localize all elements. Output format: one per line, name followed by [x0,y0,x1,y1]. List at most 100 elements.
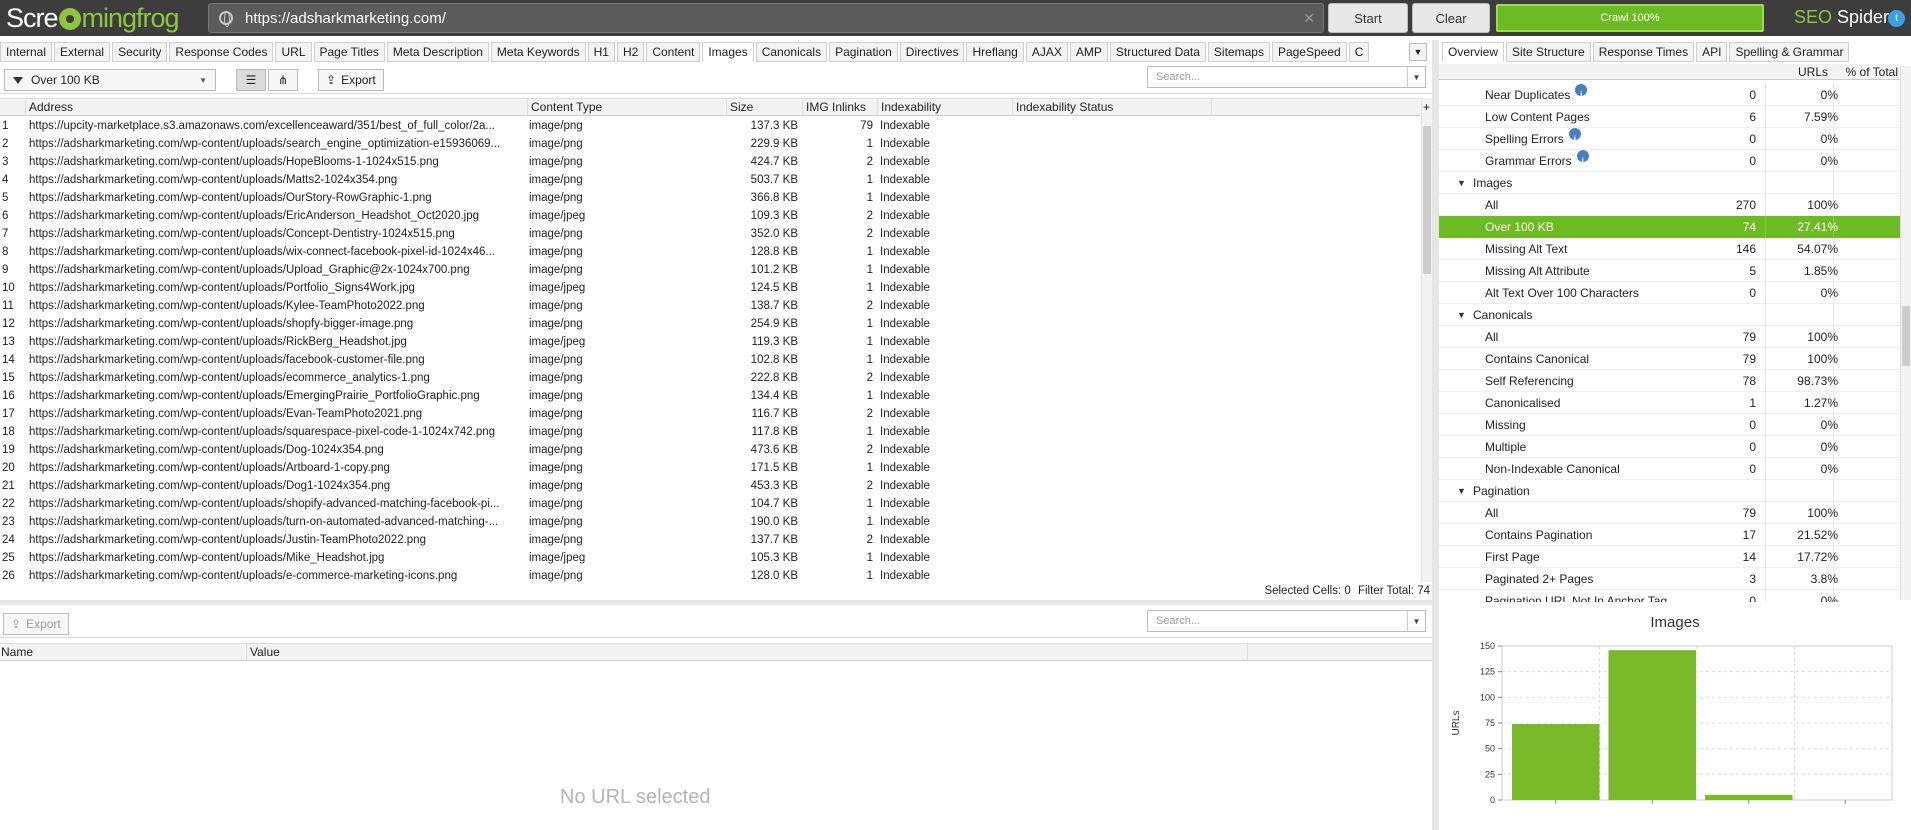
search-options-icon[interactable]: ▼ [1407,67,1425,87]
tab-amp[interactable]: AMP [1069,42,1108,62]
overview-item[interactable]: Pagination URL Not In Anchor Tag 0 0% [1439,590,1900,602]
table-row[interactable]: 3 https://adsharkmarketing.com/wp-content… [0,153,1420,171]
overview-item[interactable]: Grammar Errors i 0 0% [1439,150,1900,172]
detail-export-button[interactable]: ⇪ Export [3,613,69,635]
twitter-icon[interactable]: t [1888,10,1905,27]
table-row[interactable]: 15 https://adsharkmarketing.com/wp-conten… [0,369,1420,387]
tab-meta-keywords[interactable]: Meta Keywords [490,42,586,62]
col-header-percent[interactable]: % of Total [1834,64,1898,80]
overview-item[interactable]: Over 100 KB 74 27.41% [1439,216,1900,238]
detail-search-input[interactable]: Search... ▼ [1147,610,1426,632]
add-column-button[interactable]: + [1421,99,1432,115]
export-button[interactable]: ⇪ Export [318,69,384,91]
col-header-img-inlinks[interactable]: IMG Inlinks [803,99,878,116]
overview-group[interactable]: ▼ Canonicals [1439,304,1900,326]
scrollbar-thumb[interactable] [1902,306,1910,366]
info-icon[interactable]: i [1568,128,1581,144]
table-row[interactable]: 10 https://adsharkmarketing.com/wp-conten… [0,279,1420,297]
table-row[interactable]: 2 https://adsharkmarketing.com/wp-content… [0,135,1420,153]
tab-sitemaps[interactable]: Sitemaps [1207,42,1270,62]
tabs-overflow-button[interactable]: ▼ [1409,43,1427,61]
table-row[interactable]: 16 https://adsharkmarketing.com/wp-conten… [0,387,1420,405]
table-row[interactable]: 5 https://adsharkmarketing.com/wp-content… [0,189,1420,207]
url-input[interactable]: https://adsharkmarketing.com/ ✕ [208,3,1324,33]
tab-structured-data[interactable]: Structured Data [1109,42,1206,62]
tab-response-codes[interactable]: Response Codes [169,42,274,62]
col-header-address[interactable]: Address [26,99,528,116]
overview-item[interactable]: All 79 100% [1439,502,1900,524]
overview-item[interactable]: Alt Text Over 100 Characters 0 0% [1439,282,1900,304]
table-row[interactable]: 12 https://adsharkmarketing.com/wp-conten… [0,315,1420,333]
overview-group[interactable]: ▼ Pagination [1439,480,1900,502]
overview-item[interactable]: Self Referencing 78 98.73% [1439,370,1900,392]
info-icon[interactable]: i [1575,84,1588,100]
table-row[interactable]: 26 https://adsharkmarketing.com/wp-conten… [0,567,1420,582]
table-row[interactable]: 7 https://adsharkmarketing.com/wp-content… [0,225,1420,243]
table-scrollbar[interactable] [1421,98,1432,582]
scrollbar-thumb[interactable] [1423,126,1431,274]
overview-item[interactable]: Non-Indexable Canonical 0 0% [1439,458,1900,480]
tab-images[interactable]: Images [702,42,754,62]
table-row[interactable]: 17 https://adsharkmarketing.com/wp-conten… [0,405,1420,423]
tab-spelling-grammar[interactable]: Spelling & Grammar [1729,42,1850,62]
tab-site-structure[interactable]: Site Structure [1506,42,1591,62]
table-row[interactable]: 21 https://adsharkmarketing.com/wp-conten… [0,477,1420,495]
table-row[interactable]: 24 https://adsharkmarketing.com/wp-conten… [0,531,1420,549]
overview-item[interactable]: Contains Pagination 17 21.52% [1439,524,1900,546]
expand-triangle-icon[interactable]: ▼ [1457,480,1466,502]
col-header-indexability[interactable]: Indexability [878,99,1013,116]
overview-item[interactable]: Multiple 0 0% [1439,436,1900,458]
filter-dropdown[interactable]: Over 100 KB ▼ [4,69,216,91]
col-header-value[interactable]: Value [250,644,280,661]
tab-canonicals[interactable]: Canonicals [755,42,828,62]
col-header-indexability-status[interactable]: Indexability Status [1013,99,1212,116]
overview-item[interactable]: Missing Alt Attribute 5 1.85% [1439,260,1900,282]
col-header-size[interactable]: Size [727,99,803,116]
tab-content[interactable]: Content [646,42,701,62]
clear-button[interactable]: Clear [1412,3,1490,33]
table-row[interactable]: 13 https://adsharkmarketing.com/wp-conten… [0,333,1420,351]
overview-item[interactable]: First Page 14 17.72% [1439,546,1900,568]
table-row[interactable]: 8 https://adsharkmarketing.com/wp-content… [0,243,1420,261]
tab-hreflang[interactable]: Hreflang [966,42,1024,62]
table-row[interactable]: 18 https://adsharkmarketing.com/wp-conten… [0,423,1420,441]
table-row[interactable]: 19 https://adsharkmarketing.com/wp-conten… [0,441,1420,459]
col-header-name[interactable]: Name [1,644,33,661]
overview-item[interactable]: Canonicalised 1 1.27% [1439,392,1900,414]
tab-url[interactable]: URL [275,42,312,62]
table-row[interactable]: 20 https://adsharkmarketing.com/wp-conten… [0,459,1420,477]
overview-item[interactable]: Near Duplicates i 0 0% [1439,84,1900,106]
tab-h1[interactable]: H1 [587,42,615,62]
start-button[interactable]: Start [1328,3,1408,33]
overview-group[interactable]: ▼ Images [1439,172,1900,194]
expand-triangle-icon[interactable]: ▼ [1457,172,1466,194]
table-row[interactable]: 23 https://adsharkmarketing.com/wp-conten… [0,513,1420,531]
tree-view-button[interactable]: ⋔ [268,69,298,91]
tab-overview[interactable]: Overview [1442,42,1505,62]
overview-item[interactable]: Paginated 2+ Pages 3 3.8% [1439,568,1900,590]
col-header-content-type[interactable]: Content Type [528,99,727,116]
table-row[interactable]: 22 https://adsharkmarketing.com/wp-conten… [0,495,1420,513]
table-row[interactable]: 1 https://upcity-marketplace.s3.amazonaws… [0,117,1420,135]
expand-triangle-icon[interactable]: ▼ [1457,304,1466,326]
tab-meta-description[interactable]: Meta Description [386,42,489,62]
chart-bar[interactable] [1512,724,1600,800]
overview-item[interactable]: Missing Alt Text 146 54.07% [1439,238,1900,260]
tab-ajax[interactable]: AJAX [1025,42,1068,62]
tab-internal[interactable]: Internal [0,42,53,62]
horizontal-splitter[interactable] [0,600,1432,605]
table-row[interactable]: 11 https://adsharkmarketing.com/wp-conten… [0,297,1420,315]
table-row[interactable]: 25 https://adsharkmarketing.com/wp-conten… [0,549,1420,567]
tab-security[interactable]: Security [112,42,168,62]
tab-pagespeed[interactable]: PageSpeed [1271,42,1347,62]
col-header-urls[interactable]: URLs [1769,64,1828,80]
tab-response-times[interactable]: Response Times [1592,42,1695,62]
table-row[interactable]: 4 https://adsharkmarketing.com/wp-content… [0,171,1420,189]
tab-c[interactable]: C [1348,42,1370,62]
overview-item[interactable]: Contains Canonical 79 100% [1439,348,1900,370]
vertical-splitter[interactable] [1432,40,1439,830]
overview-scrollbar[interactable] [1900,66,1911,600]
table-row[interactable]: 9 https://adsharkmarketing.com/wp-content… [0,261,1420,279]
chart-bar[interactable] [1705,794,1793,800]
table-row[interactable]: 6 https://adsharkmarketing.com/wp-content… [0,207,1420,225]
